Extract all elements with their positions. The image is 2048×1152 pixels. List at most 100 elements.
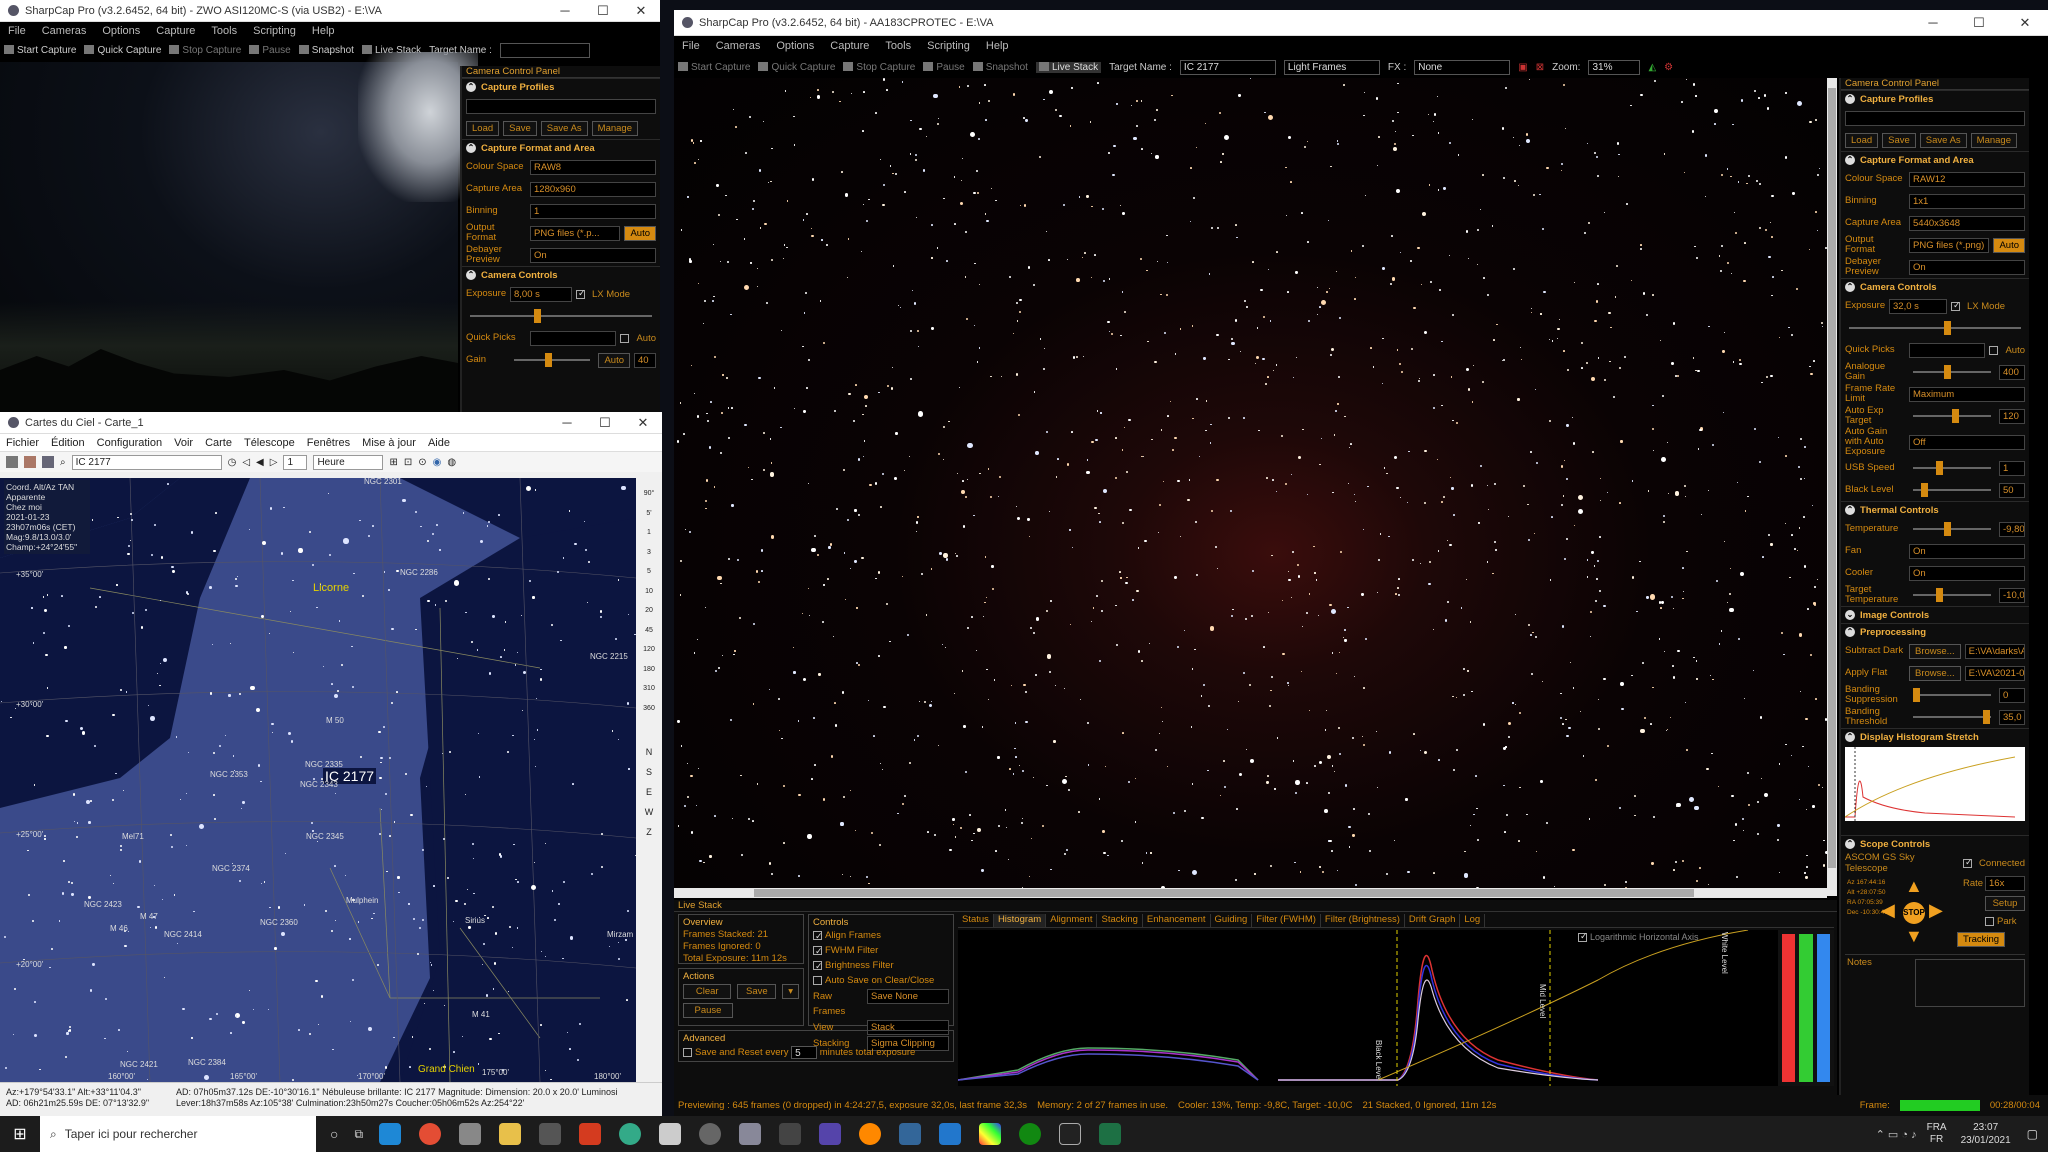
object-label[interactable]: NGC 2421 [120, 1060, 158, 1069]
field-icon[interactable]: ⊡ [404, 457, 412, 468]
stop-capture-button[interactable]: Stop Capture [843, 62, 915, 73]
red-level[interactable] [1782, 934, 1796, 1082]
stacked-image-view[interactable] [674, 78, 1827, 896]
object-search-input[interactable]: IC 2177 [71, 454, 222, 470]
blue-level[interactable] [1816, 934, 1830, 1082]
save-button[interactable]: Save [1882, 132, 1916, 148]
histogram-stretch-section[interactable]: ⌃ Display Histogram Stretch [1841, 728, 2029, 745]
object-label[interactable]: Mel71 [122, 832, 144, 841]
fx-select[interactable]: None [1414, 59, 1511, 75]
clear-reticle-icon[interactable]: ⊠ [1536, 62, 1544, 73]
gain-input[interactable]: 40 [634, 352, 656, 368]
tab-filter-brightness[interactable]: Filter (Brightness) [1321, 914, 1405, 927]
raw-select[interactable]: Save None [867, 989, 949, 1004]
pause-button[interactable]: Pause [249, 45, 291, 56]
camera-controls-section[interactable]: ⌃ Camera Controls [462, 266, 660, 283]
align-checkbox[interactable] [813, 930, 822, 940]
black-level-marker[interactable]: Black Level [1374, 1040, 1383, 1081]
scale-value[interactable]: 90° [636, 484, 662, 504]
scale-value[interactable]: 20 [636, 601, 662, 621]
format-area-section[interactable]: ⌃ Capture Format and Area [1841, 151, 2029, 168]
menu-file[interactable]: File [0, 25, 34, 37]
menu-capture[interactable]: Capture [822, 40, 877, 52]
object-label[interactable]: M 47 [140, 912, 158, 921]
debayer-select[interactable]: On [530, 247, 656, 263]
object-label[interactable]: NGC 2286 [400, 568, 438, 577]
camera-controls-section[interactable]: ⌃ Camera Controls [1841, 278, 2029, 295]
app-icon[interactable] [739, 1123, 762, 1145]
green-level[interactable] [1799, 934, 1813, 1082]
fan-select[interactable]: On [1909, 543, 2025, 559]
auto-checkbox[interactable] [1989, 345, 1999, 355]
mini-histogram[interactable] [1844, 747, 2025, 821]
slider-knob[interactable] [1920, 483, 1928, 497]
close-button[interactable]: ✕ [622, 3, 660, 19]
menu-miseajour[interactable]: Mise à jour [356, 437, 422, 449]
slider-knob[interactable] [1944, 365, 1952, 379]
tab-stacking[interactable]: Stacking [1097, 914, 1143, 927]
scale-value[interactable]: 360 [636, 699, 662, 719]
scale-value[interactable]: 45 [636, 621, 662, 641]
app-icon[interactable] [659, 1123, 682, 1145]
scale-value[interactable]: 180 [636, 660, 662, 680]
slider-knob[interactable] [1936, 461, 1944, 475]
maximize-button[interactable]: ☐ [586, 415, 624, 431]
menu-tools[interactable]: Tools [877, 40, 919, 52]
object-label[interactable]: NGC 2374 [212, 864, 250, 873]
west-arrow-icon[interactable]: ◀ [1881, 900, 1895, 921]
calculator-icon[interactable] [779, 1123, 802, 1145]
next-icon[interactable]: ▷ [270, 457, 278, 468]
saveas-button[interactable]: Save As [540, 120, 588, 136]
app-icon[interactable] [1059, 1123, 1082, 1145]
live-stack-button[interactable]: Live Stack [1035, 61, 1102, 73]
menu-options[interactable]: Options [94, 25, 148, 37]
start-capture-button[interactable]: Start Capture [678, 62, 750, 73]
object-label[interactable]: NGC 2343 [300, 780, 338, 789]
scale-value[interactable]: 310 [636, 679, 662, 699]
usb-input[interactable]: 1 [1999, 460, 2025, 476]
north-arrow-icon[interactable]: ▲ [1905, 876, 1923, 897]
histogram-chart[interactable]: Logarithmic Horizontal Axis Black Level … [957, 929, 1778, 1086]
browse-dark-button[interactable]: Browse... [1909, 643, 1961, 659]
slider-knob[interactable] [1913, 688, 1920, 702]
target-temp-slider[interactable] [1913, 588, 1991, 602]
flat-select[interactable]: E:\VA\2021-01... [1964, 665, 2025, 681]
west-button[interactable]: W [636, 802, 662, 822]
close-button[interactable]: ✕ [624, 415, 662, 431]
minimize-button[interactable]: ─ [548, 415, 586, 430]
usb-slider[interactable] [1913, 461, 1991, 475]
menu-capture[interactable]: Capture [148, 25, 203, 37]
browse-flat-button[interactable]: Browse... [1909, 665, 1961, 681]
menu-file[interactable]: File [674, 40, 708, 52]
east-arrow-icon[interactable]: ▶ [1929, 900, 1943, 921]
mid-level-marker[interactable]: Mid Level [1538, 984, 1547, 1018]
tab-histogram[interactable]: Histogram [993, 914, 1047, 927]
object-label[interactable]: M 41 [472, 1010, 490, 1019]
menu-fenetres[interactable]: Fenêtres [301, 437, 356, 449]
step-input[interactable]: 1 [283, 454, 308, 470]
capture-area-select[interactable]: 1280x960 [530, 181, 656, 197]
capture-profiles-section[interactable]: ⌃ Capture Profiles [1841, 90, 2029, 107]
scale-value[interactable]: 5 [636, 562, 662, 582]
app-icon[interactable] [939, 1123, 962, 1145]
menu-cameras[interactable]: Cameras [34, 25, 95, 37]
sky-chart[interactable]: Coord. Alt/Az TAN Apparente Chez moi 2021-0… [0, 478, 636, 1082]
capture-area-select[interactable]: 5440x3648 [1909, 215, 2025, 231]
frl-select[interactable]: Maximum [1909, 386, 2025, 402]
search-icon[interactable]: ⌕ [60, 457, 66, 468]
app-icon[interactable] [619, 1123, 642, 1145]
excel-icon[interactable] [1099, 1123, 1122, 1145]
explorer-icon[interactable] [499, 1123, 522, 1145]
taskbar-search[interactable]: ⌕ Taper ici pour rechercher [40, 1116, 316, 1152]
app-icon[interactable] [1019, 1123, 1042, 1145]
scroll-thumb[interactable] [1828, 88, 1836, 868]
colour-space-select[interactable]: RAW8 [530, 159, 656, 175]
park-checkbox[interactable] [1985, 916, 1994, 926]
star-label[interactable]: Sirius [465, 916, 485, 925]
slider-knob[interactable] [1983, 710, 1991, 724]
menu-configuration[interactable]: Configuration [91, 437, 168, 449]
object-label[interactable]: M 46 [110, 924, 128, 933]
pause-button[interactable]: Pause [923, 62, 965, 73]
reticle-icon[interactable]: ▣ [1518, 62, 1527, 73]
scope-controls-section[interactable]: ⌃ Scope Controls [1841, 835, 2029, 852]
